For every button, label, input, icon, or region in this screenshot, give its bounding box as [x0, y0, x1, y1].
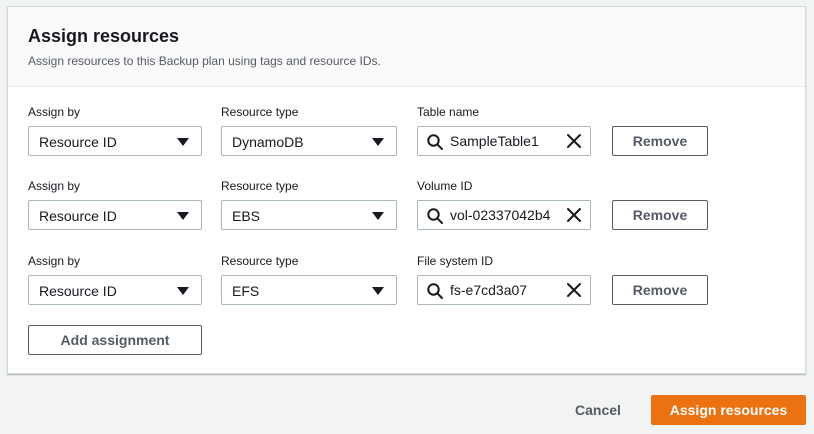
- resource-type-value: EBS: [232, 208, 261, 224]
- assign-by-label: Assign by: [28, 105, 81, 119]
- assign-by-label: Assign by: [28, 179, 81, 193]
- assignment-row: Assign by Resource ID Resource type Dyna…: [8, 105, 805, 165]
- resource-id-search: [417, 200, 591, 230]
- resource-type-select[interactable]: DynamoDB: [221, 126, 397, 156]
- assign-by-select[interactable]: Resource ID: [28, 200, 202, 230]
- cancel-button[interactable]: Cancel: [560, 395, 636, 425]
- caret-down-icon: [177, 138, 189, 146]
- close-icon[interactable]: [566, 133, 582, 149]
- close-icon[interactable]: [566, 282, 582, 298]
- add-assignment-button[interactable]: Add assignment: [28, 325, 202, 355]
- assign-by-label: Assign by: [28, 254, 81, 268]
- resource-type-label: Resource type: [221, 105, 299, 119]
- resource-id-label: Volume ID: [417, 179, 473, 193]
- remove-button[interactable]: Remove: [612, 275, 708, 305]
- assignment-row: Assign by Resource ID Resource type EFS …: [8, 254, 805, 314]
- assignment-row: Assign by Resource ID Resource type EBS …: [8, 179, 805, 239]
- caret-down-icon: [372, 287, 384, 295]
- panel-header: Assign resources Assign resources to thi…: [8, 7, 805, 87]
- caret-down-icon: [177, 287, 189, 295]
- assign-by-value: Resource ID: [39, 283, 117, 299]
- caret-down-icon: [372, 138, 384, 146]
- resource-type-select[interactable]: EBS: [221, 200, 397, 230]
- caret-down-icon: [177, 212, 189, 220]
- remove-button[interactable]: Remove: [612, 200, 708, 230]
- assign-by-select[interactable]: Resource ID: [28, 275, 202, 305]
- panel-title: Assign resources: [28, 26, 180, 46]
- resource-type-select[interactable]: EFS: [221, 275, 397, 305]
- resource-type-label: Resource type: [221, 254, 299, 268]
- resource-id-input[interactable]: [450, 277, 550, 303]
- remove-button[interactable]: Remove: [612, 126, 708, 156]
- panel-description: Assign resources to this Backup plan usi…: [28, 54, 381, 68]
- search-icon: [427, 134, 443, 150]
- resource-type-label: Resource type: [221, 179, 299, 193]
- resource-type-value: DynamoDB: [232, 134, 304, 150]
- assign-by-value: Resource ID: [39, 134, 117, 150]
- resource-id-label: Table name: [417, 105, 480, 119]
- assign-by-value: Resource ID: [39, 208, 117, 224]
- resource-id-search: [417, 126, 591, 156]
- resource-id-search: [417, 275, 591, 305]
- resource-type-value: EFS: [232, 283, 260, 299]
- search-icon: [427, 208, 443, 224]
- resource-id-input[interactable]: [450, 128, 550, 154]
- caret-down-icon: [372, 212, 384, 220]
- assign-resources-panel: Assign resources Assign resources to thi…: [7, 6, 806, 374]
- close-icon[interactable]: [566, 207, 582, 223]
- assign-resources-button[interactable]: Assign resources: [651, 395, 806, 425]
- search-icon: [427, 283, 443, 299]
- assign-by-select[interactable]: Resource ID: [28, 126, 202, 156]
- resource-id-label: File system ID: [417, 254, 494, 268]
- resource-id-input[interactable]: [450, 202, 550, 228]
